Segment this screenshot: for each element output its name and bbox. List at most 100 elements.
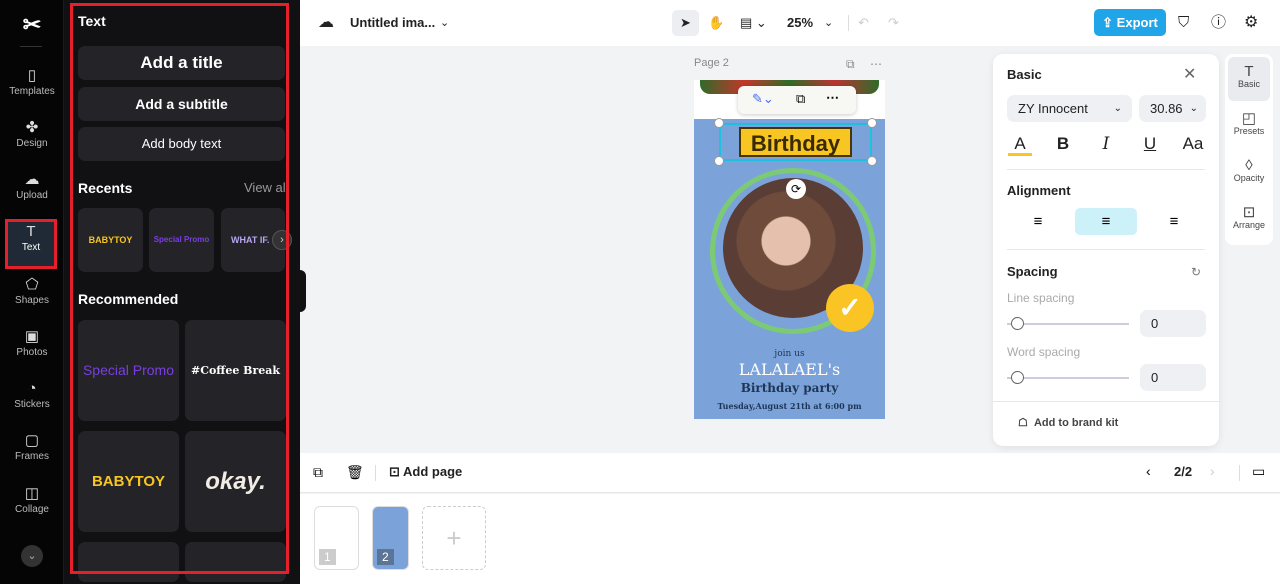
word-spacing-slider-knob[interactable] <box>1011 371 1024 384</box>
add-to-brand-kit-button[interactable]: ☖ Add to brand kit <box>1018 416 1118 429</box>
recommended-item[interactable] <box>185 542 286 582</box>
add-page-plus-icon[interactable]: + <box>422 506 486 570</box>
duplicate-icon[interactable]: ⧉ <box>796 91 805 107</box>
align-right-icon[interactable]: ≡ <box>1143 208 1205 235</box>
text-color-icon[interactable]: A <box>1008 134 1032 156</box>
view-all-link[interactable]: View all <box>244 180 289 195</box>
rail-label: Design <box>16 138 48 149</box>
underline-icon[interactable]: U <box>1138 134 1162 154</box>
tab-label: Opacity <box>1233 173 1265 183</box>
line-spacing-slider-knob[interactable] <box>1011 317 1024 330</box>
line-spacing-slider[interactable] <box>1007 323 1129 325</box>
poster-party-text[interactable]: Birthday party <box>694 381 885 395</box>
tab-opacity[interactable]: ◊ Opacity <box>1228 151 1270 195</box>
rail-collage[interactable]: ◫ Collage <box>4 484 60 528</box>
recommended-item[interactable]: Special Promo <box>78 320 179 421</box>
rail-design[interactable]: ✤ Design <box>4 118 60 162</box>
add-body-text-button[interactable]: Add body text <box>78 127 285 161</box>
divider <box>20 46 42 47</box>
select-pointer-icon[interactable]: ➤ <box>672 10 699 36</box>
italic-icon[interactable]: I <box>1094 134 1118 154</box>
hand-icon[interactable]: ✋ <box>708 10 724 36</box>
spacing-heading: Spacing <box>1007 264 1058 279</box>
rail-photos[interactable]: ▣ Photos <box>4 327 60 371</box>
panel-collapse-handle[interactable] <box>299 270 306 312</box>
next-page-icon[interactable]: › <box>1210 463 1215 479</box>
magic-edit-icon[interactable]: ✎⌄ <box>752 91 774 107</box>
more-icon[interactable]: ⋯ <box>826 90 839 106</box>
more-icon[interactable]: ⋯ <box>870 57 882 71</box>
line-spacing-input[interactable]: 0 <box>1140 310 1206 337</box>
recents-heading: Recents <box>78 180 133 196</box>
bold-icon[interactable]: B <box>1051 134 1075 154</box>
redo-icon[interactable]: ↷ <box>888 10 899 36</box>
alignment-heading: Alignment <box>1007 183 1071 198</box>
recommended-item[interactable]: okay. <box>185 431 286 532</box>
page-thumbnail-1[interactable]: 1 <box>314 506 359 570</box>
rail-frames[interactable]: ▢ Frames <box>4 431 60 475</box>
present-icon[interactable]: ▭ <box>1252 463 1265 480</box>
add-page-button[interactable]: ⊡ Add page <box>389 464 462 480</box>
add-subtitle-button[interactable]: Add a subtitle <box>78 87 285 121</box>
recommended-item[interactable] <box>78 542 179 582</box>
page-thumbnail-2[interactable]: 2 <box>372 506 409 570</box>
brand-kit-label: Add to brand kit <box>1033 417 1119 429</box>
rail-text[interactable]: T Text <box>5 219 57 269</box>
rail-label: Shapes <box>15 295 49 306</box>
selection-box[interactable] <box>719 123 872 161</box>
word-spacing-slider[interactable] <box>1007 377 1129 379</box>
zoom-chevron-icon[interactable]: ⌄ <box>824 10 833 36</box>
previous-page-icon[interactable]: ‹ <box>1146 463 1151 479</box>
capcut-logo-icon[interactable]: ✂ <box>18 12 46 37</box>
help-icon[interactable]: ⓘ <box>1211 10 1226 36</box>
resize-handle[interactable] <box>714 156 724 166</box>
recommended-item[interactable]: #Coffee Break <box>185 320 286 421</box>
resize-handle[interactable] <box>714 118 724 128</box>
settings-gear-icon[interactable]: ⚙ <box>1244 10 1258 36</box>
close-icon[interactable]: ✕ <box>1183 64 1196 84</box>
rail-upload[interactable]: ☁ Upload <box>4 170 60 214</box>
templates-icon: ▯ <box>27 67 37 84</box>
layout-icon[interactable]: ▤ ⌄ <box>740 10 767 36</box>
more-chevron-down-icon[interactable]: ⌄ <box>21 545 43 567</box>
align-center-icon[interactable]: ≡ <box>1075 208 1137 235</box>
divider <box>1239 465 1240 481</box>
poster-join-text[interactable]: join us <box>694 349 885 359</box>
cloud-icon[interactable]: ☁ <box>318 10 334 36</box>
rotate-icon[interactable]: ⟳ <box>786 179 806 199</box>
font-size-select[interactable]: 30.86 ⌄ <box>1139 95 1206 122</box>
text-case-icon[interactable]: Aa <box>1181 134 1205 154</box>
export-button[interactable]: ⇪ Export <box>1094 9 1166 36</box>
document-title[interactable]: Untitled ima... <box>350 10 435 36</box>
poster-date-text[interactable]: Tuesday,August 21th at 6:00 pm <box>694 401 885 411</box>
delete-icon[interactable]: 🗑 <box>346 464 364 481</box>
font-family-select[interactable]: ZY Innocent ⌄ <box>1007 95 1132 122</box>
resize-handle[interactable] <box>867 118 877 128</box>
tab-arrange[interactable]: ⊡ Arrange <box>1228 198 1270 242</box>
align-left-icon[interactable]: ≡ <box>1007 208 1069 235</box>
next-arrow-icon[interactable]: › <box>272 230 292 250</box>
duplicate-page-icon[interactable]: ⧉ <box>846 57 855 72</box>
chevron-down-icon[interactable]: ⌄ <box>440 10 449 36</box>
panel-title: Basic <box>1007 67 1042 82</box>
zoom-level[interactable]: 25% <box>787 10 813 36</box>
undo-icon[interactable]: ↶ <box>858 10 869 36</box>
tab-basic[interactable]: T Basic <box>1228 57 1270 101</box>
recent-item[interactable]: Special Promo <box>149 208 214 272</box>
arrange-icon: ⊡ <box>1242 204 1256 221</box>
duplicate-page-icon[interactable]: ⧉ <box>313 464 323 481</box>
shield-icon[interactable]: ⛉ <box>1178 10 1189 36</box>
checkmark-badge-icon: ✓ <box>826 284 874 332</box>
poster-name-text[interactable]: LALALAEL's <box>694 360 885 379</box>
reset-icon[interactable]: ↻ <box>1191 265 1201 279</box>
tab-presets[interactable]: ◰ Presets <box>1228 104 1270 148</box>
page-toolbar: ⧉ 🗑 ⊡ Add page ‹ 2/2 › ▭ <box>300 453 1280 493</box>
rail-stickers[interactable]: ◔ Stickers <box>4 379 60 423</box>
resize-handle[interactable] <box>867 156 877 166</box>
add-title-button[interactable]: Add a title <box>78 46 285 80</box>
recent-item[interactable]: BABYTOY <box>78 208 143 272</box>
word-spacing-input[interactable]: 0 <box>1140 364 1206 391</box>
rail-templates[interactable]: ▯ Templates <box>4 66 60 110</box>
rail-shapes[interactable]: ⬠ Shapes <box>4 275 60 319</box>
recommended-item[interactable]: BABYTOY <box>78 431 179 532</box>
